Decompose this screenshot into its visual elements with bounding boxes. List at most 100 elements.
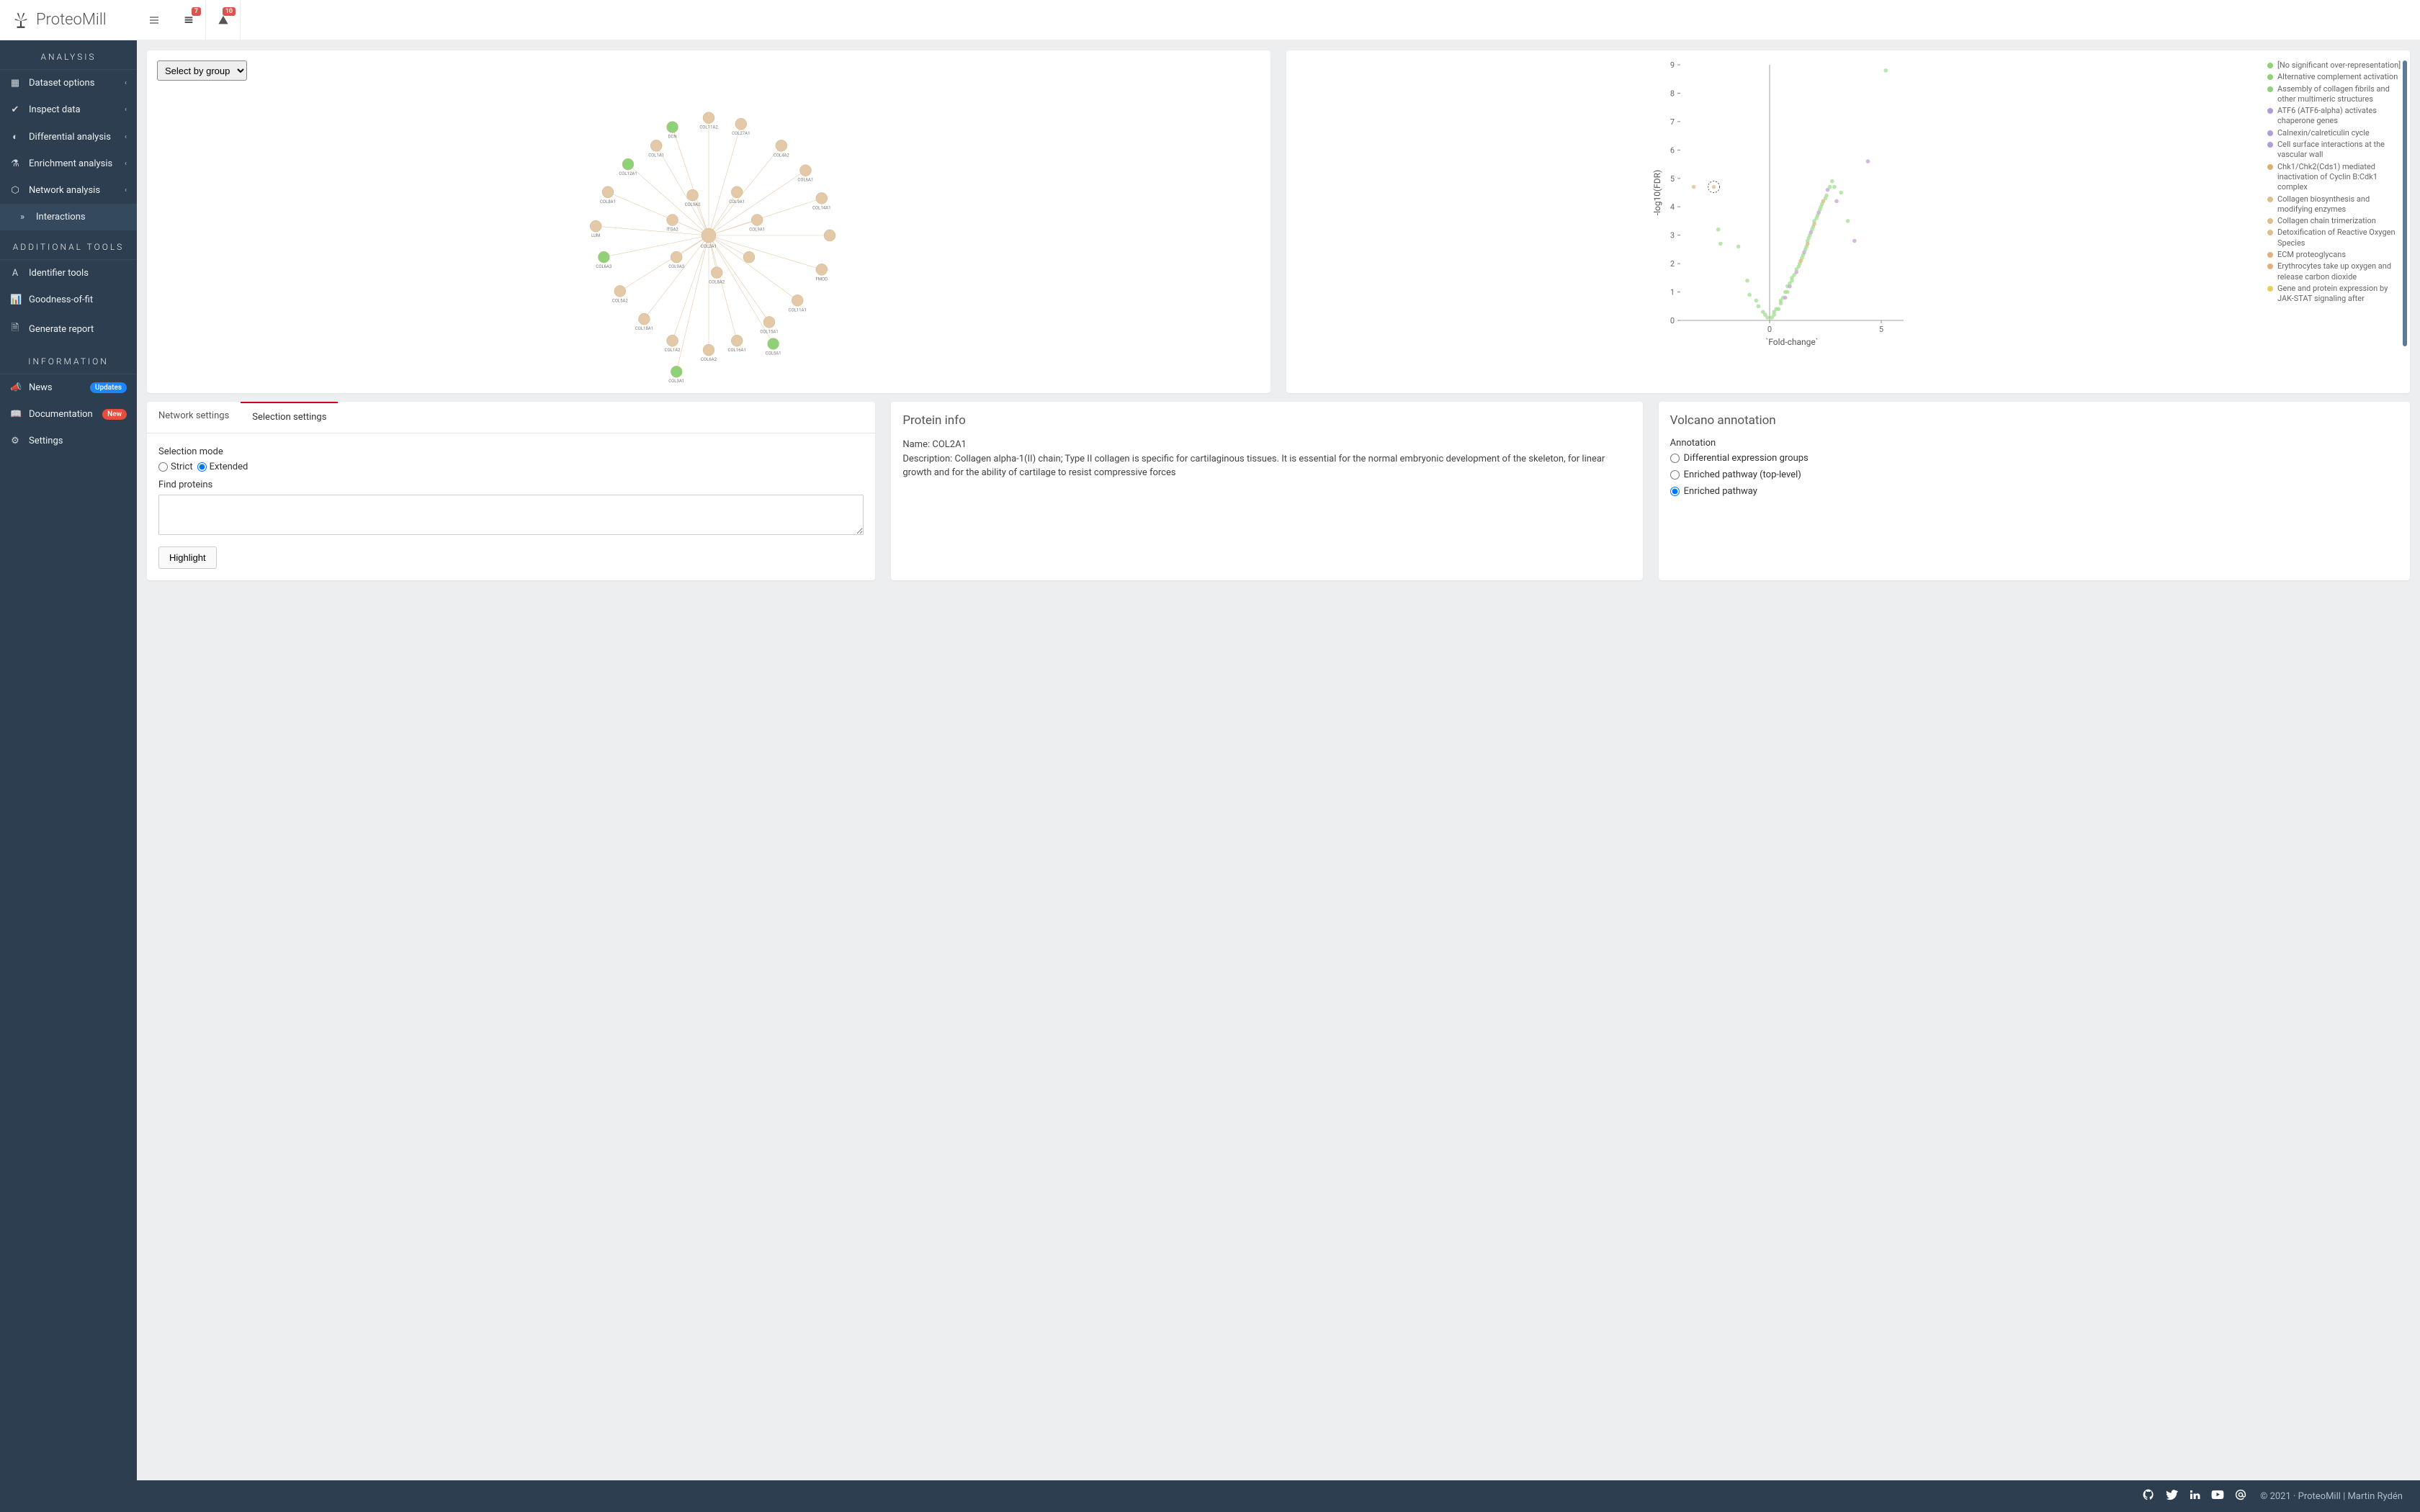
tab-selection-settings[interactable]: Selection settings (241, 402, 338, 433)
radio-enriched-pathway-input[interactable] (1670, 487, 1680, 496)
side-section-information: INFORMATION (0, 345, 137, 374)
sidebar-item-network-analysis[interactable]: ⬡ Network analysis ‹ (0, 177, 137, 204)
sidebar-item-interactions[interactable]: » Interactions (0, 204, 137, 230)
volcano-panel: 012345678905`Fold-change`-log10(FDR) [No… (1286, 50, 2410, 393)
find-proteins-input[interactable] (158, 495, 864, 535)
github-icon[interactable] (2142, 1488, 2155, 1504)
legend-item[interactable]: Erythrocytes take up oxygen and release … (2267, 261, 2403, 282)
svg-text:4: 4 (1670, 202, 1675, 212)
volcano-legend[interactable]: [No significant over-representation] Alt… (2266, 58, 2407, 349)
sidebar-item-goodness-of-fit[interactable]: 📊 Goodness-of-fit (0, 287, 137, 313)
radio-enriched-top[interactable]: Enriched pathway (top-level) (1670, 469, 2398, 480)
svg-text:COL1A2: COL1A2 (665, 348, 681, 353)
legend-item[interactable]: ATF6 (ATF6-alpha) activates chaperone ge… (2267, 106, 2403, 127)
protein-name-label: Name: (902, 439, 930, 450)
volcano-plot[interactable]: 012345678905`Fold-change`-log10(FDR) (1294, 58, 2266, 349)
legend-item[interactable]: Cell surface interactions at the vascula… (2267, 140, 2403, 161)
menu-icon (148, 14, 160, 26)
svg-text:COL16A1: COL16A1 (728, 348, 746, 353)
youtube-icon[interactable] (2211, 1488, 2224, 1504)
svg-text:COL11A1: COL11A1 (789, 307, 807, 312)
sidebar-item-label: Generate report (29, 324, 127, 335)
legend-item[interactable]: Chk1/Chk2(Cds1) mediated inactivation of… (2267, 162, 2403, 193)
chevron-left-icon: ‹ (125, 186, 127, 194)
chevron-left-icon: ‹ (125, 79, 127, 87)
legend-item[interactable]: [No significant over-representation] (2267, 60, 2403, 71)
topbar: ProteoMill 7 10 (0, 0, 2420, 40)
sidebar-item-differential-analysis[interactable]: ◐ Differential analysis ‹ (0, 123, 137, 150)
highlight-button[interactable]: Highlight (158, 546, 217, 569)
legend-item[interactable]: ECM proteoglycans (2267, 250, 2403, 260)
svg-text:COL9A1: COL9A1 (729, 199, 745, 204)
svg-text:COL2A1: COL2A1 (701, 244, 717, 249)
legend-item[interactable]: Detoxification of Reactive Oxygen Specie… (2267, 228, 2403, 248)
alerts-button-2[interactable]: 10 (206, 0, 241, 40)
linkedin-icon[interactable] (2188, 1488, 2201, 1504)
legend-item-label: ATF6 (ATF6-alpha) activates chaperone ge… (2277, 106, 2403, 127)
protein-info-panel: Protein info Name: COL2A1 Description: C… (891, 402, 1642, 580)
sidebar-item-dataset-options[interactable]: ▦ Dataset options ‹ (0, 70, 137, 96)
alerts-button-1[interactable]: 7 (171, 0, 206, 40)
svg-text:1: 1 (1670, 288, 1675, 297)
legend-scrollbar[interactable] (2403, 60, 2407, 346)
radio-diff-groups-input[interactable] (1670, 454, 1680, 463)
sidebar-item-label: Inspect data (29, 104, 116, 115)
radio-extended[interactable]: Extended (197, 462, 248, 472)
svg-text:COL6A2: COL6A2 (701, 357, 717, 362)
legend-item[interactable]: Alternative complement activation (2267, 72, 2403, 82)
radio-enriched-top-input[interactable] (1670, 470, 1680, 480)
flask-icon: ⚗ (10, 158, 20, 169)
sidebar-item-documentation[interactable]: 📖 Documentation New (0, 401, 137, 428)
legend-item[interactable]: Calnexin/calreticulin cycle (2267, 128, 2403, 138)
settings-tabs-panel: Network settings Selection settings Sele… (147, 402, 875, 580)
sidebar-item-settings[interactable]: ⚙ Settings (0, 428, 137, 454)
legend-dot-icon (2267, 218, 2273, 224)
footer-copyright: © 2021 · ProteoMill | Martin Rydén (2260, 1491, 2403, 1502)
svg-text:COL12A1: COL12A1 (619, 171, 637, 176)
svg-text:9: 9 (1670, 60, 1675, 70)
brand-name: ProteoMill (36, 11, 107, 29)
sidebar-item-identifier-tools[interactable]: A Identifier tools (0, 260, 137, 287)
svg-text:COL6A1: COL6A1 (797, 178, 813, 183)
radio-diff-groups[interactable]: Differential expression groups (1670, 453, 2398, 464)
sidebar-item-label: Identifier tools (29, 268, 127, 279)
svg-text:COL15A1: COL15A1 (760, 329, 778, 334)
sidebar-item-label: Documentation (29, 409, 94, 420)
network-graph[interactable]: COL2A1COL11A2COL27A1COL4A2COL6A1COL14A1F… (147, 81, 1270, 390)
sidebar-item-generate-report[interactable]: 🗎 Generate report (0, 313, 137, 345)
new-pill: New (102, 409, 127, 420)
svg-text:FMOD: FMOD (815, 276, 828, 282)
svg-text:COL4A2: COL4A2 (774, 153, 790, 158)
radio-strict-input[interactable] (158, 462, 168, 472)
legend-item[interactable]: Collagen chain trimerization (2267, 216, 2403, 226)
menu-toggle-button[interactable] (137, 0, 171, 40)
svg-text:COL1A1: COL1A1 (648, 153, 664, 158)
sidebar-item-enrichment-analysis[interactable]: ⚗ Enrichment analysis ‹ (0, 150, 137, 177)
sidebar-item-inspect-data[interactable]: ✔ Inspect data ‹ (0, 96, 137, 123)
check-circle-icon: ✔ (10, 104, 20, 115)
tab-network-settings[interactable]: Network settings (147, 402, 241, 433)
svg-text:LUM: LUM (591, 233, 600, 238)
twitter-icon[interactable] (2165, 1488, 2178, 1504)
radio-enriched-pathway[interactable]: Enriched pathway (1670, 486, 2398, 497)
sidebar-item-news[interactable]: 📣 News Updates (0, 374, 137, 401)
protein-name-value: COL2A1 (932, 439, 967, 450)
legend-item[interactable]: Collagen biosynthesis and modifying enzy… (2267, 194, 2403, 215)
radio-extended-input[interactable] (197, 462, 207, 472)
sidebar-item-label: Interactions (36, 212, 127, 222)
legend-dot-icon (2267, 197, 2273, 202)
legend-item[interactable]: Gene and protein expression by JAK-STAT … (2267, 284, 2403, 305)
sidebar-item-label: Settings (29, 436, 127, 446)
legend-item[interactable]: Assembly of collagen fibrils and other m… (2267, 84, 2403, 105)
legend-item-label: Collagen chain trimerization (2277, 216, 2376, 226)
network-panel: Select by group COL2A1COL11A2COL27A1COL4… (147, 50, 1270, 393)
sidebar-item-label: Enrichment analysis (29, 158, 116, 169)
radio-strict[interactable]: Strict (158, 462, 193, 472)
group-select[interactable]: Select by group (157, 60, 247, 81)
side-section-additional: ADDITIONAL TOOLS (0, 230, 137, 260)
font-icon: A (10, 268, 20, 279)
at-icon[interactable] (2234, 1488, 2247, 1504)
sidebar-item-label: Goodness-of-fit (29, 294, 127, 305)
legend-item-label: Calnexin/calreticulin cycle (2277, 128, 2370, 138)
legend-dot-icon (2267, 142, 2273, 148)
